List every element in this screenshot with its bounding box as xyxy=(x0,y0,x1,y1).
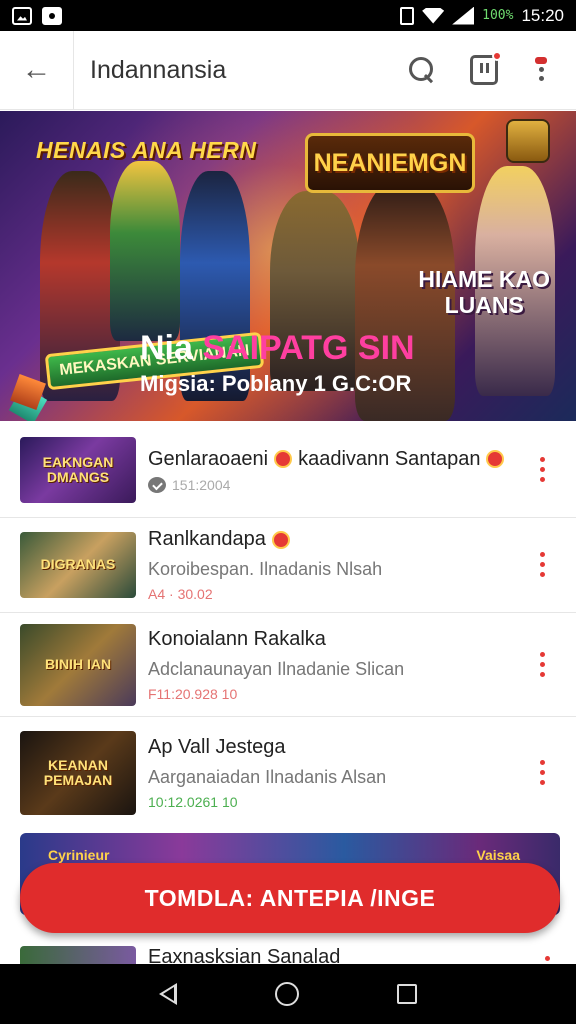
promo-card: Cyrinieur Vaisaa TOMDLA: ANTEPIA /INGE xyxy=(20,833,560,933)
banner-right-title-line2: LUANS xyxy=(444,292,524,319)
item-thumbnail: BINIH IAN xyxy=(20,623,136,706)
item-body: Ranlkandapa Koroibespan. Ilnadanis Nlsah… xyxy=(148,528,576,602)
item-title-text: Ranlkandapa xyxy=(148,528,266,550)
banner-headline-highlight: SAIPATG SIN xyxy=(202,329,415,367)
hot-tag-icon xyxy=(271,530,290,549)
clock: 15:20 xyxy=(521,5,564,25)
item-thumbnail: KEANAN PEMAJAN xyxy=(20,731,136,815)
banner-headline-prefix: Nia xyxy=(140,329,193,367)
more-icon-badge xyxy=(535,57,547,64)
item-title-text: Genlaraoaeni xyxy=(148,447,269,470)
thumbnail-text: DIGRANAS xyxy=(40,556,116,573)
list-item-partial[interactable]: Eaxnasksian Sanalad xyxy=(20,946,560,964)
kebab-dot xyxy=(540,477,545,482)
vibrate-icon xyxy=(400,6,415,25)
thumbnail-text: KEANAN PEMAJAN xyxy=(43,756,113,788)
kebab-dot xyxy=(540,572,545,577)
kebab-dot xyxy=(540,467,545,472)
status-system: 100% 15:20 xyxy=(400,6,564,26)
wifi-icon xyxy=(422,7,445,24)
item-more-icon[interactable] xyxy=(540,651,546,678)
search-icon[interactable] xyxy=(408,56,436,84)
banner-right-title: HIAME KAO LUANS xyxy=(418,266,550,319)
item-meta: F11:20.928 10 xyxy=(148,685,238,702)
item-thumbnail: DIGRANAS xyxy=(20,532,136,598)
hero-banner[interactable]: HENAIS ANA HERN NEANIEMGN MEKASKAN SERVI… xyxy=(0,111,576,421)
item-meta: 151:2004 xyxy=(148,476,576,493)
banner-headline: Nia SAIPATG SIN xyxy=(140,329,415,368)
kebab-dot xyxy=(540,661,545,667)
battery-level: 100% xyxy=(482,8,514,23)
kebab-dot xyxy=(540,552,545,557)
kebab-dot xyxy=(540,562,545,567)
status-bar: 100% 15:20 xyxy=(0,0,576,31)
notification-icon[interactable] xyxy=(470,51,502,85)
more-dot xyxy=(539,67,544,72)
item-thumbnail xyxy=(20,946,136,964)
list-item[interactable]: KEANAN PEMAJAN Ap Vall Jestega Aarganaia… xyxy=(0,717,576,829)
item-meta: 10:12.0261 10 xyxy=(148,794,238,810)
gallery-notification-icon xyxy=(12,6,32,25)
more-dot xyxy=(539,76,544,81)
item-subtitle: Koroibespan. Ilnadanis Nlsah xyxy=(148,559,383,579)
item-thumbnail: EAKNGAN DMANGS xyxy=(20,437,136,503)
kebab-dot xyxy=(540,457,545,462)
nav-back-icon[interactable] xyxy=(159,983,177,1005)
item-more-icon[interactable] xyxy=(545,956,550,961)
list-item[interactable]: BINIH IAN Konoialann Rakalka Adclanaunay… xyxy=(0,613,576,717)
kebab-dot xyxy=(540,671,545,677)
back-button[interactable]: ← xyxy=(0,30,74,110)
game-logo: NEANIEMGN xyxy=(305,133,475,193)
status-notifications xyxy=(12,6,62,25)
page-title: Indannansia xyxy=(90,55,227,84)
chest-icon xyxy=(506,119,550,163)
list-item[interactable]: EAKNGAN DMANGS Genlaraoaeni kaadivann Sa… xyxy=(0,423,576,518)
item-subtitle: Adclanaunayan Ilnadanie Slican xyxy=(148,658,405,679)
app-bar: ← Indannansia xyxy=(0,30,576,110)
item-more-icon[interactable] xyxy=(540,457,546,483)
hero-character xyxy=(110,161,180,341)
hot-tag-icon xyxy=(274,450,293,468)
more-icon[interactable] xyxy=(532,55,550,85)
thumbnail-text: EAKNGAN DMANGS xyxy=(42,453,114,485)
item-title-suffix: kaadivann Santapan xyxy=(298,447,481,470)
item-title: Genlaraoaeni kaadivann Santapan xyxy=(148,448,576,471)
item-title: Eaxnasksian Sanalad xyxy=(148,946,341,964)
system-nav-bar xyxy=(0,964,576,1024)
kebab-dot xyxy=(540,770,545,775)
kebab-dot xyxy=(540,760,545,765)
arrow-back-icon: ← xyxy=(21,53,52,86)
banner-right-title-line1: HIAME KAO xyxy=(418,266,550,292)
thumbnail-text: BINIH IAN xyxy=(44,655,112,672)
item-title: Ranlkandapa xyxy=(148,528,576,551)
photo-notification-icon xyxy=(42,6,62,25)
kebab-dot xyxy=(540,780,545,785)
item-title: Konoialann Rakalka xyxy=(148,627,326,650)
nav-recents-icon[interactable] xyxy=(397,984,417,1004)
hot-tag-icon xyxy=(486,450,505,468)
item-more-icon[interactable] xyxy=(540,552,546,578)
kebab-dot xyxy=(540,651,545,657)
notification-badge xyxy=(492,51,502,61)
item-title: Ap Vall Jestega xyxy=(148,736,286,758)
item-more-icon[interactable] xyxy=(540,760,546,786)
item-meta-text: 151:2004 xyxy=(172,476,231,493)
item-body: Konoialann Rakalka Adclanaunayan Ilnadan… xyxy=(148,628,576,702)
item-body: Genlaraoaeni kaadivann Santapan 151:2004 xyxy=(148,448,576,493)
nav-home-icon[interactable] xyxy=(275,982,299,1006)
item-body: Ap Vall Jestega Aarganaiadan Ilnadanis A… xyxy=(148,736,576,810)
item-meta: A4 · 30.02 xyxy=(148,586,213,602)
game-logo-text: NEANIEMGN xyxy=(313,148,467,177)
cta-button[interactable]: TOMDLA: ANTEPIA /INGE xyxy=(20,863,560,933)
game-list: EAKNGAN DMANGS Genlaraoaeni kaadivann Sa… xyxy=(0,423,576,829)
promo-right-label: Vaisaa xyxy=(476,847,520,863)
signal-icon xyxy=(452,6,475,25)
banner-subtitle: Migsia: Poblany 1 G.C:OR xyxy=(140,371,412,396)
list-item[interactable]: DIGRANAS Ranlkandapa Koroibespan. Ilnada… xyxy=(0,518,576,613)
comment-icon xyxy=(148,476,166,493)
promo-left-label: Cyrinieur xyxy=(48,847,110,863)
item-subtitle: Aarganaiadan Ilnadanis Alsan xyxy=(148,767,387,787)
banner-left-title: HENAIS ANA HERN xyxy=(36,137,257,163)
app-bar-actions xyxy=(408,51,550,85)
